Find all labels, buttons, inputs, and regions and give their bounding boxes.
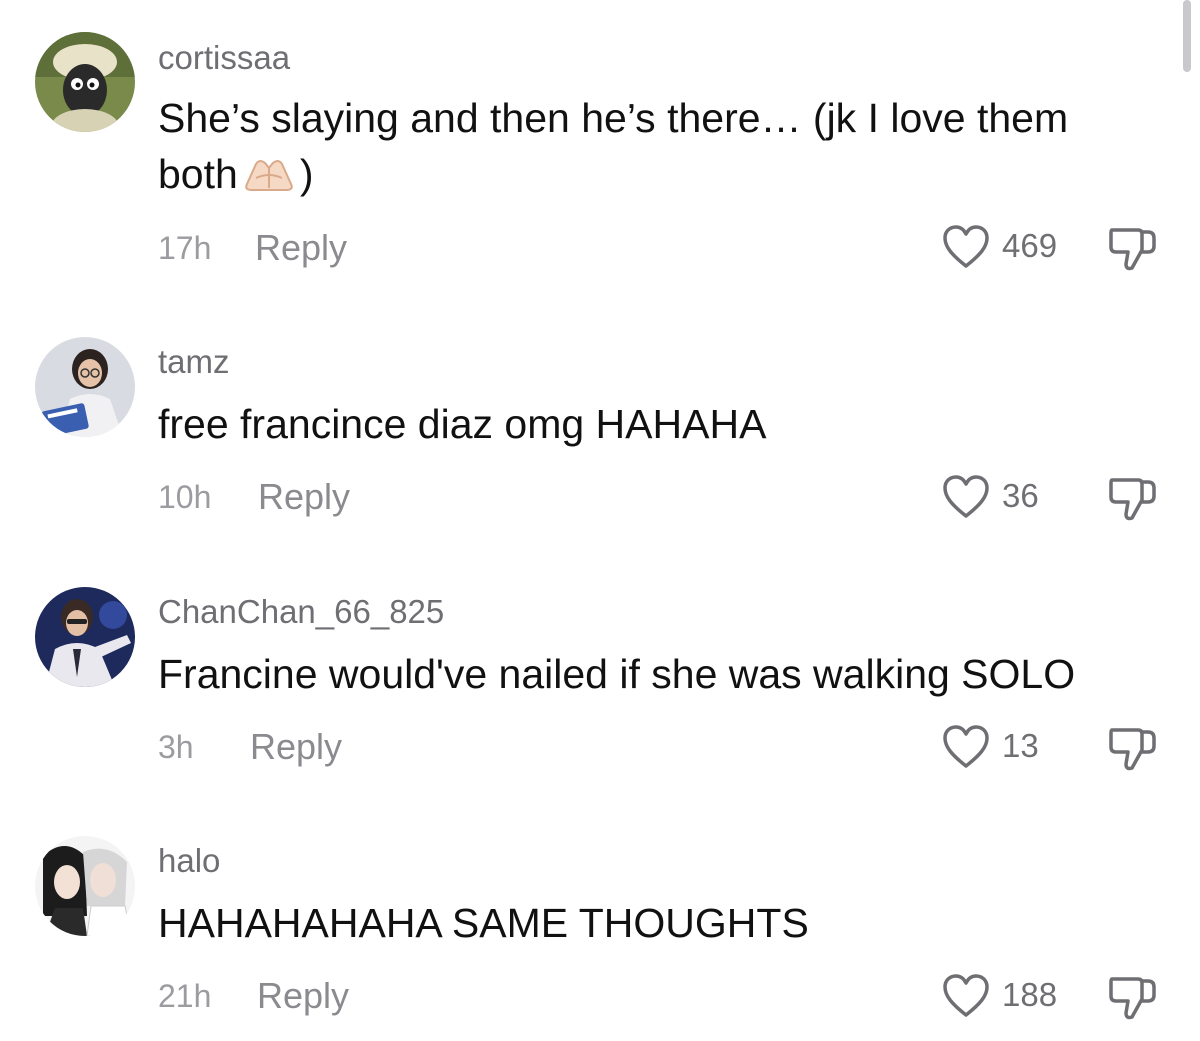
comment-text: Francine would've nailed if she was walk…: [158, 651, 1076, 697]
anime-couple-avatar-image: [35, 836, 135, 936]
like-count: 469: [1002, 227, 1058, 264]
sheep-avatar-image: [35, 32, 135, 132]
person-reading-avatar-image: [35, 337, 135, 437]
like-count: 36: [1002, 477, 1039, 514]
comment-username[interactable]: halo: [158, 841, 220, 881]
comment-username[interactable]: cortissaa: [158, 38, 290, 78]
heart-outline-icon[interactable]: [942, 974, 990, 1018]
thumbs-down-icon[interactable]: [1108, 973, 1158, 1021]
reply-button[interactable]: Reply: [258, 477, 350, 517]
comment-time: 3h: [158, 729, 194, 765]
like-count: 188: [1002, 976, 1058, 1013]
avatar[interactable]: [35, 337, 135, 437]
performer-avatar-image: [35, 587, 135, 687]
comment-text: free francince diaz omg HAHAHA: [158, 401, 767, 447]
thumbs-down-icon[interactable]: [1108, 724, 1158, 772]
heart-outline-icon[interactable]: [942, 225, 990, 269]
heart-hands-emoji-icon: [242, 152, 296, 208]
heart-outline-icon[interactable]: [942, 475, 990, 519]
comment-text-part: ): [299, 151, 314, 197]
reply-button[interactable]: Reply: [255, 228, 347, 268]
avatar[interactable]: [35, 32, 135, 132]
avatar[interactable]: [35, 587, 135, 687]
like-count: 13: [1002, 727, 1039, 764]
comment-text: HAHAHAHAHA SAME THOUGHTS: [158, 900, 809, 946]
comment-time: 21h: [158, 978, 212, 1014]
comment-text: She’s slaying and then he’s there… (jk I…: [158, 90, 1158, 208]
thumbs-down-icon[interactable]: [1108, 474, 1158, 522]
comment-username[interactable]: ChanChan_66_825: [158, 592, 444, 632]
reply-button[interactable]: Reply: [250, 727, 342, 767]
reply-button[interactable]: Reply: [257, 976, 349, 1016]
scrollbar[interactable]: [1183, 0, 1191, 72]
comment-username[interactable]: tamz: [158, 342, 230, 382]
heart-outline-icon[interactable]: [942, 725, 990, 769]
comment-time: 10h: [158, 479, 212, 515]
comment-time: 17h: [158, 230, 212, 266]
thumbs-down-icon[interactable]: [1108, 224, 1158, 272]
avatar[interactable]: [35, 836, 135, 936]
